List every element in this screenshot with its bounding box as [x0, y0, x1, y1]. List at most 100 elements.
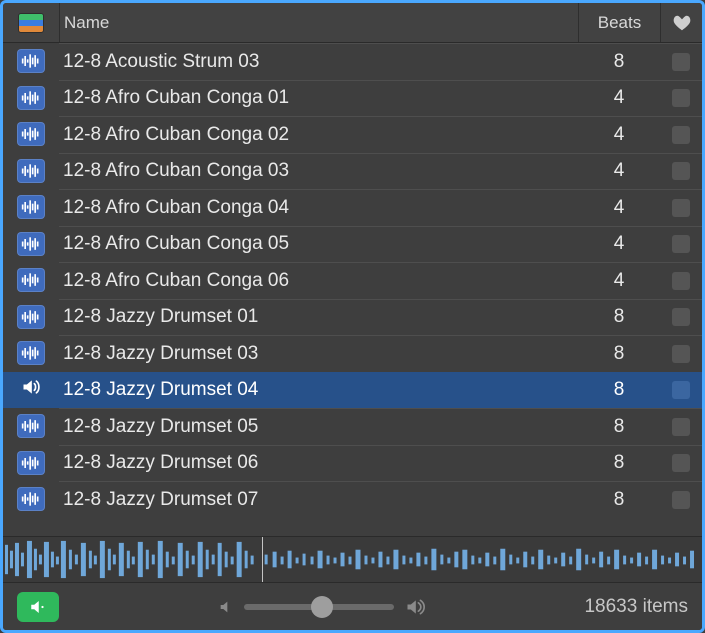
favorite-checkbox[interactable] [672, 418, 690, 436]
loop-name: 12-8 Jazzy Drumset 05 [59, 408, 578, 445]
table-row[interactable]: 12-8 Jazzy Drumset 038 [3, 335, 702, 372]
loop-type-icon [3, 86, 59, 110]
playhead[interactable] [262, 537, 263, 582]
loop-name: 12-8 Afro Cuban Conga 06 [59, 262, 578, 299]
loop-name: 12-8 Jazzy Drumset 01 [59, 299, 578, 336]
table-row[interactable]: 12-8 Jazzy Drumset 058 [3, 408, 702, 445]
column-header-favorite[interactable] [660, 3, 702, 42]
favorite-checkbox[interactable] [672, 491, 690, 509]
favorite-checkbox[interactable] [672, 162, 690, 180]
favorite-cell [660, 80, 702, 117]
table-row[interactable]: 12-8 Afro Cuban Conga 034 [3, 153, 702, 190]
column-header-name[interactable]: Name [59, 3, 578, 42]
table-row[interactable]: 12-8 Afro Cuban Conga 044 [3, 189, 702, 226]
loop-type-icon [3, 195, 59, 219]
speaker-low-icon [218, 599, 234, 615]
loop-table-body: 12-8 Acoustic Strum 03812-8 Afro Cuban C… [3, 43, 702, 536]
speaker-high-icon [404, 597, 426, 617]
audio-loop-icon [17, 86, 45, 110]
table-row[interactable]: 12-8 Jazzy Drumset 018 [3, 299, 702, 336]
audio-loop-icon [17, 451, 45, 475]
audio-loop-icon [17, 232, 45, 256]
item-count-label: 18633 items [584, 596, 688, 618]
column-header-beats[interactable]: Beats [578, 3, 660, 42]
loop-type-icon [3, 232, 59, 256]
loop-beats: 8 [578, 299, 660, 336]
loop-type-icon [3, 487, 59, 511]
playing-indicator [3, 377, 59, 403]
audio-loop-icon [17, 305, 45, 329]
loop-beats: 8 [578, 481, 660, 518]
loop-name: 12-8 Afro Cuban Conga 04 [59, 189, 578, 226]
audio-loop-icon [17, 487, 45, 511]
table-row[interactable]: 12-8 Jazzy Drumset 078 [3, 481, 702, 518]
audio-loop-icon [17, 341, 45, 365]
table-row[interactable]: 12-8 Acoustic Strum 038 [3, 43, 702, 80]
table-row[interactable]: 12-8 Afro Cuban Conga 064 [3, 262, 702, 299]
loop-beats: 8 [578, 335, 660, 372]
favorite-checkbox[interactable] [672, 199, 690, 217]
loop-beats: 4 [578, 226, 660, 263]
favorite-checkbox[interactable] [672, 345, 690, 363]
favorite-cell [660, 335, 702, 372]
favorite-cell [660, 372, 702, 409]
audio-loop-icon [17, 122, 45, 146]
favorite-checkbox[interactable] [672, 381, 690, 399]
favorite-cell [660, 189, 702, 226]
loop-beats: 8 [578, 372, 660, 409]
loop-name: 12-8 Jazzy Drumset 04 [59, 372, 578, 409]
audio-loop-icon [17, 159, 45, 183]
favorite-checkbox[interactable] [672, 308, 690, 326]
favorite-cell [660, 153, 702, 190]
table-row[interactable]: 12-8 Afro Cuban Conga 024 [3, 116, 702, 153]
favorite-checkbox[interactable] [672, 454, 690, 472]
loop-beats: 4 [578, 116, 660, 153]
loop-name: 12-8 Acoustic Strum 03 [59, 43, 578, 80]
loop-name: 12-8 Afro Cuban Conga 05 [59, 226, 578, 263]
favorite-checkbox[interactable] [672, 126, 690, 144]
favorite-cell [660, 299, 702, 336]
loop-type-icon [3, 341, 59, 365]
audio-loop-icon [17, 414, 45, 438]
favorite-cell [660, 408, 702, 445]
loop-name: 12-8 Afro Cuban Conga 03 [59, 153, 578, 190]
preview-play-button[interactable] [17, 592, 59, 622]
favorite-cell [660, 116, 702, 153]
loop-type-icon [3, 451, 59, 475]
loop-beats: 4 [578, 153, 660, 190]
loop-browser: Name Beats 12-8 Acoustic Strum 03812-8 A… [0, 0, 705, 633]
loop-beats: 8 [578, 43, 660, 80]
loop-beats: 8 [578, 445, 660, 482]
favorite-cell [660, 226, 702, 263]
loop-beats: 4 [578, 189, 660, 226]
column-header-name-label: Name [64, 13, 109, 33]
loop-name: 12-8 Jazzy Drumset 07 [59, 481, 578, 518]
favorite-checkbox[interactable] [672, 272, 690, 290]
table-row[interactable]: 12-8 Afro Cuban Conga 014 [3, 80, 702, 117]
loop-type-icon [3, 49, 59, 73]
loop-name: 12-8 Jazzy Drumset 06 [59, 445, 578, 482]
heart-icon [673, 15, 691, 31]
column-header-category[interactable] [3, 13, 59, 33]
favorite-cell [660, 43, 702, 80]
favorite-checkbox[interactable] [672, 53, 690, 71]
loop-beats: 8 [578, 408, 660, 445]
table-row[interactable]: 12-8 Afro Cuban Conga 054 [3, 226, 702, 263]
favorite-cell [660, 262, 702, 299]
audio-loop-icon [17, 268, 45, 292]
favorite-checkbox[interactable] [672, 89, 690, 107]
table-row[interactable]: 12-8 Jazzy Drumset 068 [3, 445, 702, 482]
loop-type-icon [3, 122, 59, 146]
footer-bar: 18633 items [3, 582, 702, 630]
waveform-preview[interactable] [3, 536, 702, 582]
loop-type-icon [3, 305, 59, 329]
column-header-beats-label: Beats [598, 13, 641, 33]
table-row[interactable]: 12-8 Jazzy Drumset 048 [3, 372, 702, 409]
volume-slider[interactable] [244, 604, 394, 610]
volume-slider-thumb[interactable] [311, 596, 333, 618]
favorite-checkbox[interactable] [672, 235, 690, 253]
favorite-cell [660, 481, 702, 518]
favorite-cell [660, 445, 702, 482]
audio-loop-icon [17, 195, 45, 219]
loop-type-icon [3, 414, 59, 438]
